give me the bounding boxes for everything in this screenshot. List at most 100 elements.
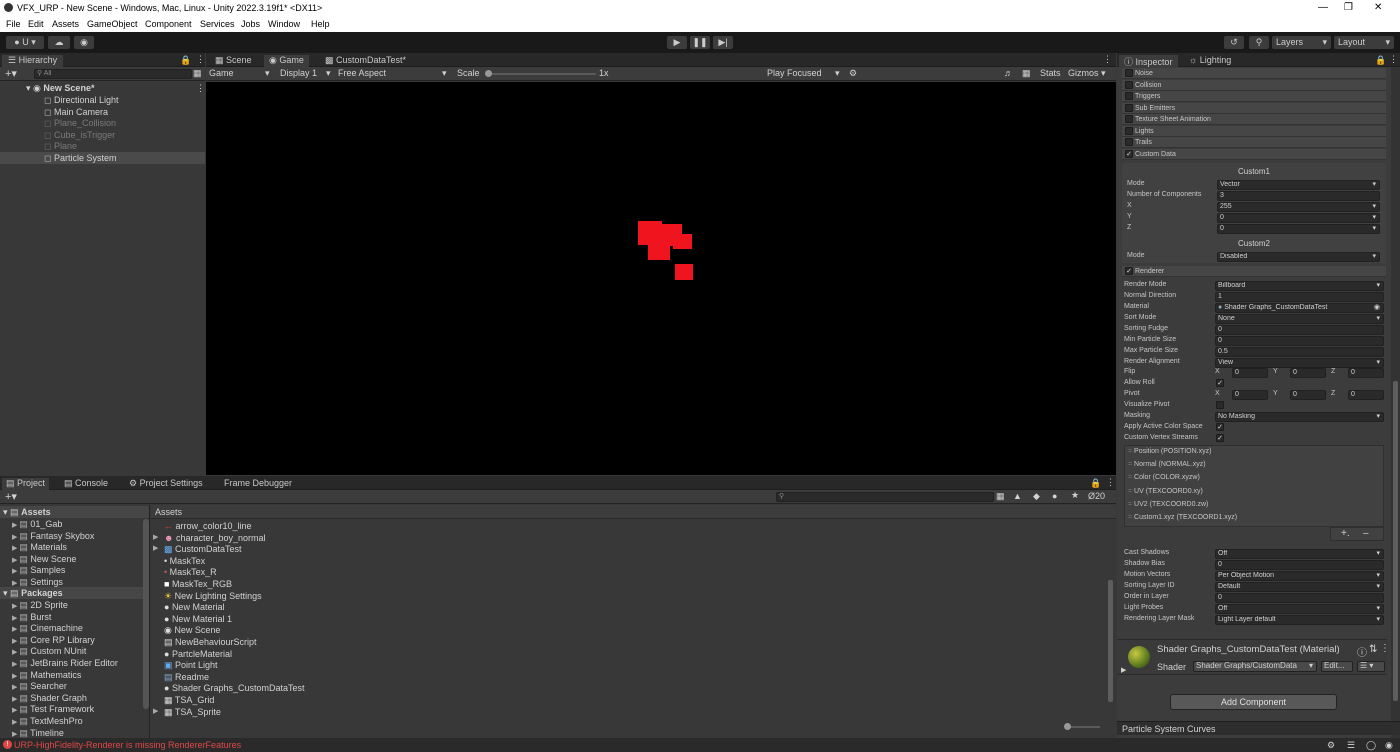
object-picker-icon[interactable]: ◉ — [1374, 304, 1380, 312]
inspector-scrollbar[interactable] — [1391, 67, 1400, 752]
add-stream-icon[interactable]: +. — [1341, 528, 1350, 540]
apply-color-checkbox[interactable]: ✓ — [1216, 423, 1224, 431]
scrollbar-thumb[interactable] — [1108, 580, 1113, 702]
project-file-item[interactable]: ▤ Readme — [152, 671, 1092, 683]
chevron-right-icon[interactable]: ▶ — [153, 532, 158, 544]
hidden-packages-icon[interactable]: Ø20 — [1088, 491, 1105, 501]
project-file-item[interactable]: ● Shader Graphs_CustomDataTest — [152, 682, 1092, 694]
bug-icon[interactable]: ⚙ — [849, 68, 857, 79]
tree-folder[interactable]: ▶ ▤ Samples — [0, 564, 149, 576]
tab-game[interactable]: ◉ Game — [264, 55, 309, 67]
project-file-item[interactable]: ▶ ▩ CustomDataTest — [152, 543, 1092, 555]
tab-inspector[interactable]: ⓘ Inspector — [1119, 55, 1178, 67]
menu-component[interactable]: Component — [145, 19, 192, 29]
project-scrollbar[interactable] — [1106, 520, 1115, 720]
tree-folder[interactable]: ▶ ▤ Fantasy Skybox — [0, 530, 149, 542]
minimize-icon[interactable]: — — [1318, 2, 1328, 13]
module-header[interactable]: Lights — [1122, 125, 1386, 137]
edit-shader-button[interactable]: Edit... — [1321, 661, 1353, 672]
play-focused-dropdown[interactable]: Play Focused ▾ — [767, 68, 843, 78]
renderer-prop-dropdown[interactable]: Off ▾ — [1215, 549, 1384, 559]
custom2-mode-dropdown[interactable]: Disabled ▾ — [1217, 252, 1380, 262]
kebab-menu-icon[interactable]: ⋮ — [1106, 477, 1115, 488]
tree-package[interactable]: ▶ ▤ 2D Sprite — [0, 599, 149, 611]
project-file-item[interactable]: ← arrow_color10_line — [152, 520, 1092, 532]
tree-package[interactable]: ▶ ▤ Shader Graph — [0, 692, 149, 704]
tab-hierarchy[interactable]: ☰ Hierarchy — [2, 55, 64, 67]
menu-assets[interactable]: Assets — [52, 19, 79, 29]
step-button[interactable]: ▶| — [713, 36, 733, 49]
chevron-right-icon[interactable]: ▶ — [153, 543, 158, 555]
hierarchy-item[interactable]: ◻ Main Camera — [0, 106, 205, 118]
add-icon[interactable]: +▾ — [5, 67, 17, 80]
network-icon[interactable]: ◯ — [1366, 738, 1376, 752]
project-file-item[interactable]: ● PartcleMaterial — [152, 648, 1092, 660]
menu-services[interactable]: Services — [200, 19, 235, 29]
hierarchy-item[interactable]: ◻ Plane — [0, 140, 205, 152]
pause-button[interactable]: ❚❚ — [690, 36, 710, 49]
module-checkbox[interactable] — [1125, 115, 1133, 123]
hierarchy-item[interactable]: ◻ Cube_isTrigger — [0, 129, 205, 141]
custom1-y-input[interactable]: 0 ▾ — [1217, 213, 1380, 223]
help-icon[interactable]: ⓘ — [1357, 644, 1367, 659]
shader-options-dropdown[interactable]: ☰ ▾ — [1357, 661, 1385, 672]
pivot-z-input[interactable]: 0 — [1348, 390, 1384, 400]
scene-row[interactable]: ▾ ◉ New Scene* ⋮ — [0, 82, 205, 94]
preset-icon[interactable]: ⇅ — [1369, 644, 1377, 655]
renderer-prop-dropdown[interactable]: Default ▾ — [1215, 582, 1384, 592]
material-field[interactable]: ● Shader Graphs_CustomDataTest ◉ — [1215, 303, 1384, 313]
renderer-prop-input[interactable]: 0 — [1215, 336, 1384, 346]
renderer-prop-dropdown[interactable]: Per Object Motion ▾ — [1215, 571, 1384, 581]
project-file-item[interactable]: ▤ NewBehaviourScript — [152, 636, 1092, 648]
tree-package[interactable]: ▶ ▤ Searcher — [0, 680, 149, 692]
vertex-stream-item[interactable]: = Color (COLOR.xyzw) — [1128, 474, 1200, 481]
vertex-stream-item[interactable]: = UV (TEXCOORD0.xy) — [1128, 488, 1203, 495]
module-checkbox[interactable] — [1125, 80, 1133, 89]
stats-button[interactable]: Stats — [1040, 68, 1061, 78]
icon-size-slider[interactable] — [1066, 726, 1100, 728]
custom1-z-input[interactable]: 0 ▾ — [1217, 224, 1380, 234]
visualize-pivot-checkbox[interactable] — [1216, 401, 1224, 409]
search-button[interactable]: ⚲ — [1249, 36, 1269, 49]
module-checkbox[interactable] — [1125, 92, 1133, 100]
breadcrumb-assets[interactable]: Assets — [155, 507, 182, 517]
gizmos-dropdown[interactable]: Gizmos ▾ — [1068, 68, 1106, 79]
project-file-item[interactable]: ◉ New Scene — [152, 624, 1092, 636]
tree-package[interactable]: ▶ ▤ Mathematics — [0, 669, 149, 681]
tab-console[interactable]: ▤ Console — [64, 478, 108, 489]
renderer-prop-dropdown[interactable]: Light Layer default ▾ — [1215, 615, 1384, 625]
tree-package[interactable]: ▶ ▤ JetBrains Rider Editor — [0, 657, 149, 669]
tree-package[interactable]: ▶ ▤ Core RP Library — [0, 634, 149, 646]
menu-file[interactable]: File — [6, 19, 21, 29]
project-file-item[interactable]: ▣ Point Light — [152, 659, 1092, 671]
module-header[interactable]: Collision — [1122, 79, 1386, 91]
renderer-checkbox[interactable]: ✓ — [1125, 267, 1133, 275]
flip-z-input[interactable]: 0 — [1348, 368, 1384, 378]
kebab-menu-icon[interactable]: ⋮ — [1103, 54, 1112, 65]
kebab-menu-icon[interactable]: ⋮ — [196, 82, 205, 94]
kebab-menu-icon[interactable]: ⋮ — [196, 54, 205, 65]
module-header[interactable]: Triggers — [1122, 91, 1386, 102]
project-file-item[interactable]: ▶ ▦ TSA_Sprite — [152, 706, 1092, 718]
filter-label-icon[interactable]: ◆ — [1033, 491, 1040, 502]
tree-assets-root[interactable]: ▾ ▤ Assets — [0, 506, 149, 518]
renderer-prop-input[interactable]: 0 — [1215, 593, 1384, 603]
scale-slider-handle[interactable] — [485, 70, 492, 77]
tree-folder[interactable]: ▶ ▤ New Scene — [0, 553, 149, 565]
module-header[interactable]: Texture Sheet Animation — [1122, 114, 1386, 125]
close-icon[interactable]: ✕ — [1374, 2, 1382, 13]
tree-package[interactable]: ▶ ▤ Burst — [0, 611, 149, 623]
tree-package[interactable]: ▶ ▤ Cinemachine — [0, 622, 149, 634]
tree-folder[interactable]: ▶ ▤ Settings — [0, 576, 149, 588]
vertex-streams-checkbox[interactable]: ✓ — [1216, 434, 1224, 442]
hierarchy-item[interactable]: ◻ Directional Light — [0, 94, 205, 106]
menu-window[interactable]: Window — [268, 19, 300, 29]
chevron-right-icon[interactable]: ▶ — [1121, 666, 1126, 674]
flip-y-input[interactable]: 0 — [1290, 368, 1326, 378]
project-file-item[interactable]: ● New Material — [152, 601, 1092, 613]
aspect-dropdown[interactable]: Free Aspect ▾ — [338, 68, 450, 78]
tree-package[interactable]: ▶ ▤ Custom NUnit — [0, 645, 149, 657]
notification-icon[interactable]: ◉ — [1385, 738, 1393, 752]
tab-lighting[interactable]: ☼ Lighting — [1189, 55, 1231, 65]
hierarchy-item[interactable]: ◻ Plane_Collision — [0, 117, 205, 129]
